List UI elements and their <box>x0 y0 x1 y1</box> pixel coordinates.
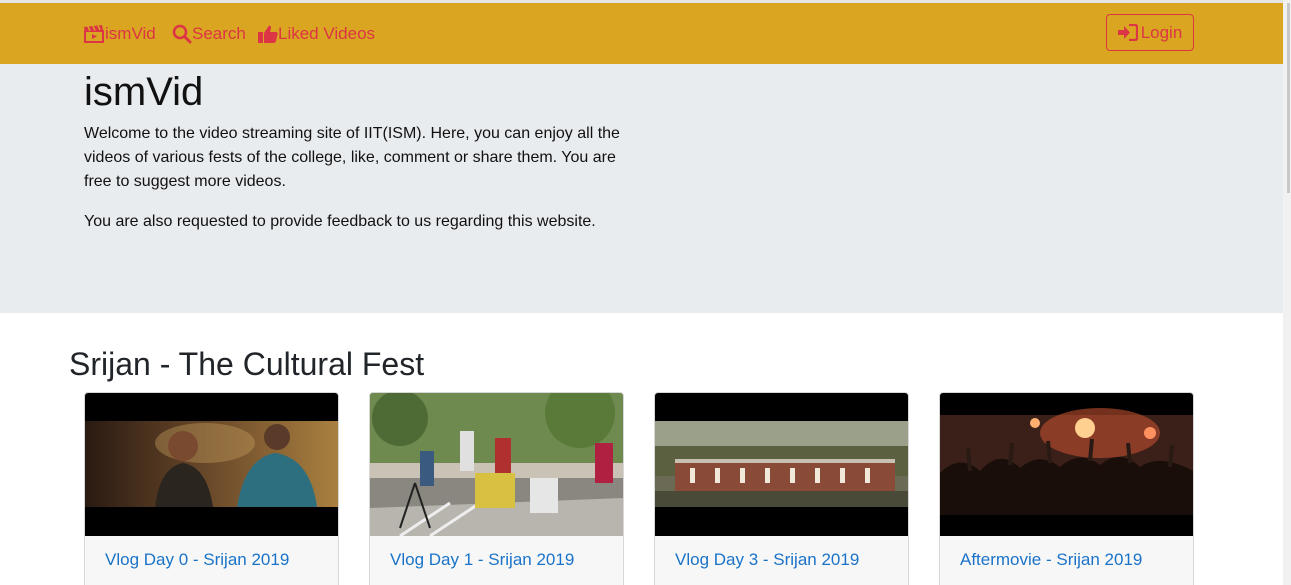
liked-videos-link[interactable]: Liked Videos <box>258 3 375 64</box>
video-title[interactable]: Vlog Day 1 - Srijan 2019 <box>390 550 574 570</box>
welcome-text: Welcome to the video streaming site of I… <box>84 125 620 190</box>
video-card[interactable]: Vlog Day 0 - Srijan 2019 <box>84 392 339 585</box>
thumbs-up-icon <box>258 25 278 43</box>
scrollbar-thumb[interactable] <box>1287 3 1290 193</box>
clapperboard-icon <box>84 24 104 43</box>
brand-label: ismVid <box>105 23 156 43</box>
liked-videos-label: Liked Videos <box>278 23 376 43</box>
sign-in-icon <box>1117 24 1138 41</box>
feedback-text: You are also requested to provide feedba… <box>84 213 596 230</box>
video-thumbnail[interactable] <box>940 393 1193 536</box>
video-title[interactable]: Aftermovie - Srijan 2019 <box>960 550 1142 570</box>
navbar: ismVid Search Liked Videos Login <box>0 3 1283 64</box>
search-icon <box>172 24 192 43</box>
video-card[interactable]: Aftermovie - Srijan 2019 <box>939 392 1194 585</box>
video-thumbnail[interactable] <box>370 393 623 536</box>
video-card[interactable]: Vlog Day 1 - Srijan 2019 <box>369 392 624 585</box>
login-button[interactable]: Login <box>1106 14 1194 51</box>
video-thumbnail[interactable] <box>85 393 338 536</box>
jumbotron: ismVid Welcome to the video streaming si… <box>0 64 1283 313</box>
page-title: ismVid <box>84 70 204 114</box>
video-thumbnail[interactable] <box>655 393 908 536</box>
video-card[interactable]: Vlog Day 3 - Srijan 2019 <box>654 392 909 585</box>
section-title: Srijan - The Cultural Fest <box>69 346 425 382</box>
video-title[interactable]: Vlog Day 0 - Srijan 2019 <box>105 550 289 570</box>
brand-link[interactable]: ismVid <box>83 3 156 64</box>
search-label: Search <box>192 23 246 43</box>
search-link[interactable]: Search <box>172 3 246 64</box>
video-title[interactable]: Vlog Day 3 - Srijan 2019 <box>675 550 859 570</box>
login-label: Login <box>1140 22 1183 42</box>
